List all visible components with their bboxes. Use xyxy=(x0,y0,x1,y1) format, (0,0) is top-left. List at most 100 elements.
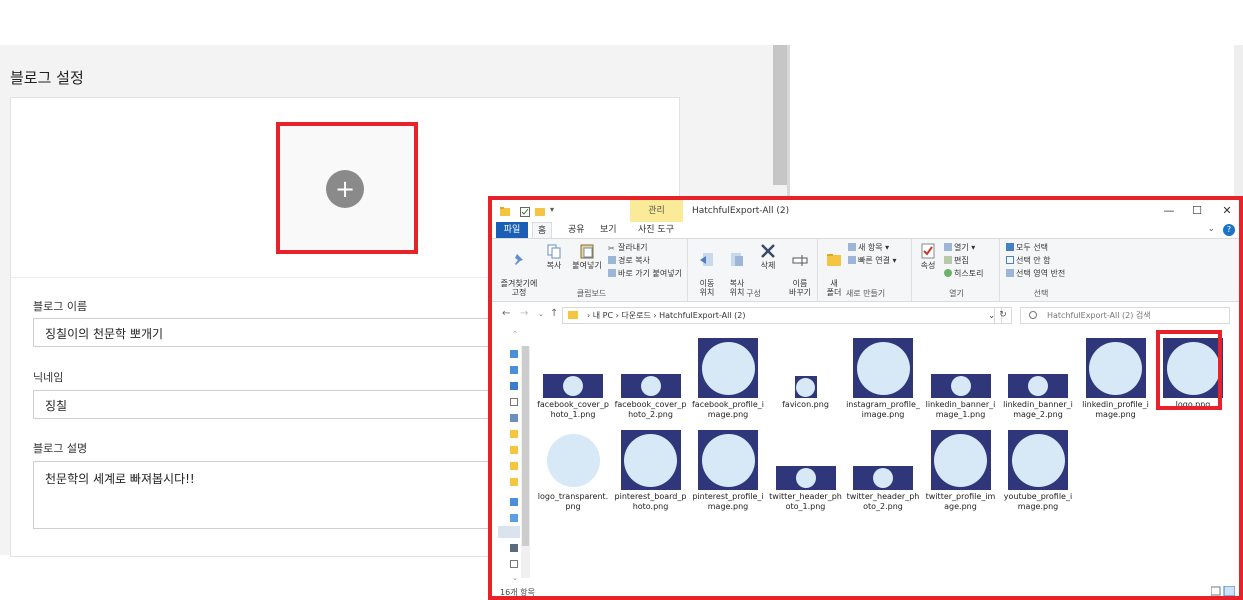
file-explorer-window[interactable]: ▾ 관리 HatchfulExport-All (2) — ☐ ✕ 파일 홈 공… xyxy=(488,196,1243,600)
nav-scroll-up-icon[interactable]: ⌃ xyxy=(512,330,518,338)
tab-picture-tools[interactable]: 사진 도구 xyxy=(632,222,680,238)
file-item[interactable]: twitter_header_photo_1.png xyxy=(769,428,843,514)
file-item[interactable]: facebook_cover_photo_2.png xyxy=(614,336,688,422)
file-thumbnail xyxy=(853,466,913,490)
copy-path-icon xyxy=(608,256,616,264)
edit-icon xyxy=(944,256,952,264)
minimize-icon[interactable]: — xyxy=(1160,203,1178,219)
paste-shortcut-button[interactable]: 바로 가기 붙여넣기 xyxy=(608,269,682,279)
file-item[interactable]: facebook_profile_image.png xyxy=(691,336,765,422)
nav-selected-item[interactable] xyxy=(498,526,520,538)
recent-dropdown-icon[interactable]: ⌄ xyxy=(538,310,544,318)
new-item-button[interactable]: 새 항목 ▾ xyxy=(848,243,889,253)
folder-icon[interactable] xyxy=(510,462,518,470)
copy-button[interactable]: 복사 xyxy=(542,243,566,270)
desktop-icon[interactable] xyxy=(510,366,518,374)
invert-selection-icon xyxy=(1006,269,1014,277)
checkbox-icon[interactable] xyxy=(520,206,530,217)
quick-access-dropdown-icon[interactable]: ▾ xyxy=(550,205,554,214)
file-item[interactable]: favicon.png xyxy=(769,336,843,422)
breadcrumb-pc[interactable]: 내 PC xyxy=(593,311,613,320)
nav-scrollbar-thumb[interactable] xyxy=(522,346,529,546)
select-all-button[interactable]: 모두 선택 xyxy=(1006,243,1048,253)
tab-share[interactable]: 공유 xyxy=(562,222,591,238)
file-item[interactable]: linkedin_banner_image_2.png xyxy=(1001,336,1075,422)
file-name: youtube_profile_image.png xyxy=(1003,492,1073,511)
view-mode-icons[interactable] xyxy=(1211,586,1235,596)
file-item[interactable]: youtube_profile_image.png xyxy=(1001,428,1075,514)
up-arrow-icon[interactable]: ↑ xyxy=(550,308,558,319)
delete-button[interactable]: 삭제 xyxy=(754,243,782,270)
close-icon[interactable]: ✕ xyxy=(1218,203,1236,219)
file-item[interactable]: logo_transparent.png xyxy=(536,428,610,514)
file-name: twitter_header_photo_2.png xyxy=(846,492,920,511)
file-item[interactable]: pinterest_profile_image.png xyxy=(691,428,765,514)
copy-to-icon xyxy=(731,253,743,266)
easy-access-label: 빠른 연결 xyxy=(858,256,890,265)
properties-button[interactable]: 속성 xyxy=(916,243,940,270)
logo-circle-icon xyxy=(1011,433,1065,487)
tab-home[interactable]: 홈 xyxy=(532,222,552,238)
quick-access-star-icon[interactable] xyxy=(510,350,518,358)
forward-arrow-icon[interactable]: → xyxy=(520,308,528,319)
file-thumbnail xyxy=(853,338,913,398)
file-item[interactable]: instagram_profile_image.png xyxy=(846,336,920,422)
ribbon-expand-icon[interactable]: ⌄ xyxy=(1207,224,1215,234)
title-bar[interactable]: ▾ 관리 HatchfulExport-All (2) — ☐ ✕ xyxy=(492,200,1239,222)
properties-label: 속성 xyxy=(920,261,936,270)
pictures-icon[interactable] xyxy=(510,414,518,422)
back-arrow-icon[interactable]: ← xyxy=(502,308,510,319)
clipboard-group-label: 클립보드 xyxy=(576,289,607,298)
invert-selection-button[interactable]: 선택 영역 반전 xyxy=(1006,269,1065,279)
history-button[interactable]: 히스토리 xyxy=(944,269,983,279)
file-item[interactable]: facebook_cover_photo_1.png xyxy=(536,336,610,422)
logo-circle-icon xyxy=(701,433,755,487)
open-button[interactable]: 열기 ▾ xyxy=(944,243,975,253)
tab-manage[interactable]: 관리 xyxy=(630,200,683,222)
file-thumbnail xyxy=(620,374,681,398)
address-bar[interactable]: › 내 PC › 다운로드 › HatchfulExport-All (2) ⌄ xyxy=(562,307,1002,324)
page-scrollbar-thumb[interactable] xyxy=(773,45,787,185)
breadcrumb-folder[interactable]: HatchfulExport-All (2) xyxy=(659,311,745,320)
new-folder-quick-icon[interactable] xyxy=(535,206,545,217)
documents-icon[interactable] xyxy=(510,398,518,406)
this-pc-icon[interactable] xyxy=(510,514,518,522)
file-grid: facebook_cover_photo_1.png facebook_cover… xyxy=(532,330,1232,588)
select-none-button[interactable]: 선택 안 함 xyxy=(1006,256,1051,266)
image-upload-box[interactable]: + xyxy=(276,122,418,254)
downloads-icon[interactable] xyxy=(510,382,518,390)
drive-icon[interactable] xyxy=(510,544,518,552)
nav-scroll-down-icon[interactable]: ⌄ xyxy=(512,574,518,582)
file-item[interactable]: linkedin_banner_image_1.png xyxy=(924,336,998,422)
paste-label: 붙여넣기 xyxy=(572,261,602,270)
navigation-pane[interactable]: ⌃ ⌄ xyxy=(492,330,530,592)
copy-path-button[interactable]: 경로 복사 xyxy=(608,256,650,266)
folder-icon[interactable] xyxy=(510,478,518,486)
maximize-icon[interactable]: ☐ xyxy=(1188,203,1206,219)
network-icon[interactable] xyxy=(510,560,518,568)
tab-file[interactable]: 파일 xyxy=(496,222,528,238)
file-item[interactable]: twitter_header_photo_2.png xyxy=(846,428,920,514)
paste-button[interactable]: 붙여넣기 xyxy=(570,243,604,270)
open-label: 열기 xyxy=(954,243,969,252)
edit-button[interactable]: 편집 xyxy=(944,256,969,266)
tab-view[interactable]: 보기 xyxy=(594,222,623,238)
nickname-input[interactable]: 징칠 xyxy=(33,390,513,419)
file-item[interactable]: linkedin_profile_image.png xyxy=(1079,336,1153,422)
folder-icon[interactable] xyxy=(510,430,518,438)
easy-access-button[interactable]: 빠른 연결 ▾ xyxy=(848,256,897,266)
blog-description-textarea[interactable]: 천문학의 세계로 빠져봅시다!! xyxy=(33,461,513,529)
folder-icon[interactable] xyxy=(510,446,518,454)
file-item[interactable]: twitter_profile_image.png xyxy=(924,428,998,514)
cut-button[interactable]: ✂ 잘라내기 xyxy=(608,243,647,253)
refresh-icon[interactable]: ↻ xyxy=(994,307,1012,324)
paste-icon xyxy=(580,244,594,259)
file-item[interactable]: pinterest_board_photo.png xyxy=(614,428,688,514)
blog-name-input[interactable]: 징칠이의 천문학 뽀개기 xyxy=(33,318,513,347)
plus-icon[interactable]: + xyxy=(326,170,364,208)
help-icon[interactable]: ? xyxy=(1223,224,1235,236)
logo-circle-icon xyxy=(934,433,987,487)
breadcrumb-downloads[interactable]: 다운로드 xyxy=(621,311,650,320)
onedrive-icon[interactable] xyxy=(510,498,518,506)
search-input[interactable]: HatchfulExport-All (2) 검색 xyxy=(1020,307,1230,324)
